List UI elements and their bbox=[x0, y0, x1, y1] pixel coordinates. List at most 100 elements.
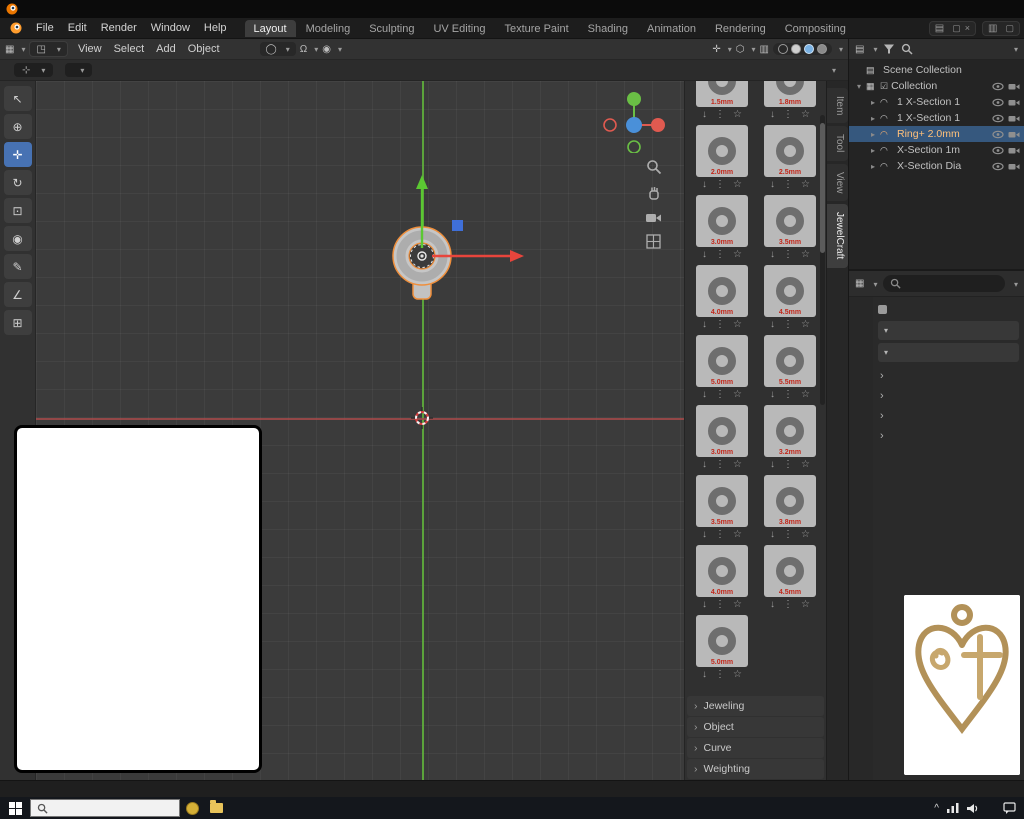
minimize-button[interactable] bbox=[934, 0, 964, 18]
menubar-menu[interactable]: Window bbox=[144, 20, 197, 36]
favorite-star-icon[interactable]: ☆ bbox=[733, 249, 742, 260]
units-panel-header[interactable] bbox=[878, 343, 1019, 362]
collapsed-panel-header[interactable]: › bbox=[878, 406, 1019, 426]
import-asset-icon[interactable]: ↓ bbox=[770, 459, 775, 470]
collapsed-panel-header[interactable]: › bbox=[878, 386, 1019, 406]
properties-editor-icon[interactable]: ▦ bbox=[855, 278, 864, 289]
asset-menu-icon[interactable]: ⋮ bbox=[783, 389, 793, 400]
ring-asset-thumbnail[interactable]: 2.0mm bbox=[696, 125, 748, 177]
collapsed-panel-header[interactable]: › bbox=[878, 426, 1019, 446]
expander-icon[interactable]: ▸ bbox=[869, 162, 877, 171]
workspace-tab[interactable]: Animation bbox=[638, 20, 705, 37]
favorite-star-icon[interactable]: ☆ bbox=[733, 599, 742, 610]
favorite-star-icon[interactable]: ☆ bbox=[733, 459, 742, 470]
viewlayer-selector[interactable]: ▥ ▢ bbox=[982, 21, 1020, 36]
ring-asset-thumbnail[interactable]: 4.0mm bbox=[696, 265, 748, 317]
asset-menu-icon[interactable]: ⋮ bbox=[715, 669, 725, 680]
show-gizmo-icon[interactable]: ✛ bbox=[712, 44, 720, 55]
favorite-star-icon[interactable]: ☆ bbox=[801, 599, 810, 610]
menubar-menu[interactable]: Render bbox=[94, 20, 144, 36]
editor-type-icon[interactable]: ▦ bbox=[5, 44, 14, 55]
sidebar-tab[interactable]: JewelCraft bbox=[827, 204, 848, 267]
ring-asset-thumbnail[interactable]: 5.0mm bbox=[696, 335, 748, 387]
menubar-menu[interactable]: Edit bbox=[61, 20, 94, 36]
render-camera-icon[interactable] bbox=[1008, 82, 1020, 91]
viewport-menu[interactable]: Select bbox=[108, 41, 151, 57]
render-camera-icon[interactable] bbox=[1008, 146, 1020, 155]
pan-hand-icon[interactable] bbox=[646, 185, 662, 201]
workspace-tab[interactable]: UV Editing bbox=[424, 20, 494, 37]
tool-move[interactable]: ✛ bbox=[4, 142, 32, 167]
sidebar-tab[interactable]: Item bbox=[827, 88, 848, 123]
outliner-row[interactable]: ▸ ◠ X-Section Dia bbox=[849, 158, 1024, 174]
favorite-star-icon[interactable]: ☆ bbox=[801, 529, 810, 540]
scene-panel-header[interactable] bbox=[878, 321, 1019, 340]
import-asset-icon[interactable]: ↓ bbox=[770, 599, 775, 610]
asset-menu-icon[interactable]: ⋮ bbox=[715, 459, 725, 470]
hide-eye-icon[interactable] bbox=[992, 82, 1004, 91]
tool-transform[interactable]: ◉ bbox=[4, 226, 32, 251]
collapsed-panel-header[interactable]: › bbox=[878, 366, 1019, 386]
expander-icon[interactable]: ▸ bbox=[869, 146, 877, 155]
unlink-scene-icon[interactable]: × bbox=[965, 23, 970, 33]
favorite-star-icon[interactable]: ☆ bbox=[733, 529, 742, 540]
orientation-dropdown[interactable]: ◯ bbox=[260, 42, 296, 56]
asset-thumbnail-list[interactable]: 1.5mm ↓ ⋮ ☆ bbox=[685, 81, 826, 695]
import-asset-icon[interactable]: ↓ bbox=[702, 459, 707, 470]
wireframe-shading-icon[interactable] bbox=[778, 44, 788, 54]
asset-menu-icon[interactable]: ⋮ bbox=[715, 109, 725, 120]
scene-selector[interactable]: ▤ ▢ × bbox=[929, 21, 976, 36]
outliner-row[interactable]: ▸ ◠ 1 X-Section 1 bbox=[849, 94, 1024, 110]
import-asset-icon[interactable]: ↓ bbox=[770, 179, 775, 190]
import-asset-icon[interactable]: ↓ bbox=[770, 389, 775, 400]
workspace-tab[interactable]: Layout bbox=[245, 20, 296, 37]
ring-asset-thumbnail[interactable]: 5.0mm bbox=[696, 615, 748, 667]
import-asset-icon[interactable]: ↓ bbox=[702, 249, 707, 260]
tool-scale[interactable]: ⊡ bbox=[4, 198, 32, 223]
asset-menu-icon[interactable]: ⋮ bbox=[715, 529, 725, 540]
expander-icon[interactable]: ▾ bbox=[855, 82, 863, 91]
close-button[interactable] bbox=[994, 0, 1024, 18]
hide-eye-icon[interactable] bbox=[992, 114, 1004, 123]
render-camera-icon[interactable] bbox=[1008, 98, 1020, 107]
favorite-star-icon[interactable]: ☆ bbox=[801, 459, 810, 470]
toggle-grid-icon[interactable] bbox=[646, 234, 661, 249]
maximize-button[interactable] bbox=[964, 0, 994, 18]
outliner-search-icon[interactable] bbox=[901, 43, 913, 55]
asset-scrollbar[interactable] bbox=[820, 115, 825, 405]
workspace-tab[interactable]: Sculpting bbox=[360, 20, 423, 37]
asset-menu-icon[interactable]: ⋮ bbox=[715, 599, 725, 610]
hide-eye-icon[interactable] bbox=[992, 162, 1004, 171]
ring-asset-thumbnail[interactable]: 4.5mm bbox=[764, 545, 816, 597]
ring-asset-thumbnail[interactable]: 4.5mm bbox=[764, 265, 816, 317]
ring-asset-thumbnail[interactable]: 3.5mm bbox=[764, 195, 816, 247]
render-camera-icon[interactable] bbox=[1008, 130, 1020, 139]
outliner-row[interactable]: ▸ ◠ Ring+ 2.0mm bbox=[849, 126, 1024, 142]
overlays-icon[interactable]: ⬡ bbox=[736, 44, 745, 55]
hide-eye-icon[interactable] bbox=[992, 98, 1004, 107]
tool-select-box[interactable]: ↖ bbox=[4, 86, 32, 111]
favorite-star-icon[interactable]: ☆ bbox=[801, 109, 810, 120]
ring-asset-thumbnail[interactable]: 3.5mm bbox=[696, 475, 748, 527]
import-asset-icon[interactable]: ↓ bbox=[702, 669, 707, 680]
expander-icon[interactable]: ▸ bbox=[869, 114, 877, 123]
viewport-menu[interactable]: View bbox=[72, 41, 108, 57]
ring-asset-thumbnail[interactable]: 1.8mm bbox=[764, 81, 816, 107]
outliner-row[interactable]: ▸ ◠ 1 X-Section 1 bbox=[849, 110, 1024, 126]
outliner-row[interactable]: ▸ ◠ X-Section 1m bbox=[849, 142, 1024, 158]
favorite-star-icon[interactable]: ☆ bbox=[733, 389, 742, 400]
options-dropdown[interactable] bbox=[829, 64, 836, 76]
material-shading-icon[interactable] bbox=[804, 44, 814, 54]
sidebar-tab[interactable]: View bbox=[827, 164, 848, 202]
snap-magnet-icon[interactable]: Ω bbox=[300, 44, 307, 55]
asset-menu-icon[interactable]: ⋮ bbox=[783, 249, 793, 260]
tool-rotate[interactable]: ↻ bbox=[4, 170, 32, 195]
taskbar-search[interactable] bbox=[30, 799, 180, 817]
panel-section-header[interactable]: Jeweling bbox=[687, 696, 824, 716]
xray-icon[interactable]: ▥ bbox=[760, 44, 769, 55]
asset-menu-icon[interactable]: ⋮ bbox=[715, 319, 725, 330]
workspace-tab[interactable]: Shading bbox=[579, 20, 637, 37]
asset-menu-icon[interactable]: ⋮ bbox=[715, 249, 725, 260]
import-asset-icon[interactable]: ↓ bbox=[770, 319, 775, 330]
start-button[interactable] bbox=[0, 797, 30, 819]
